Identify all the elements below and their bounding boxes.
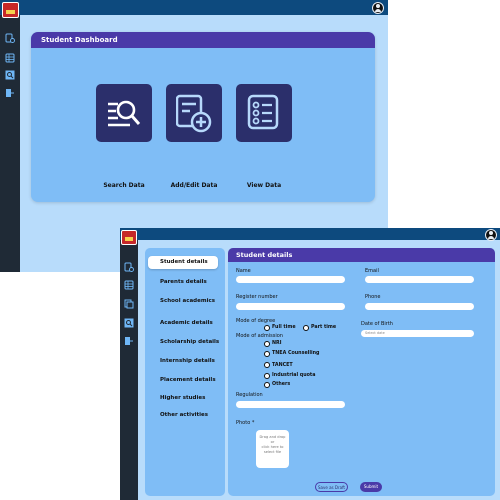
name-field[interactable]	[236, 276, 345, 283]
sidebar	[120, 230, 138, 500]
phone-label: Phone	[365, 294, 381, 300]
college-logo	[2, 2, 19, 18]
table-icon[interactable]	[124, 280, 134, 290]
nav-student-details[interactable]: Student details	[148, 256, 218, 269]
others-radio[interactable]	[264, 382, 270, 388]
search-data-icon	[108, 100, 141, 127]
form-title: Student details	[228, 248, 495, 262]
part-time-radio[interactable]	[303, 325, 309, 331]
add-edit-data-tile[interactable]	[166, 84, 222, 142]
add-edit-data-icon	[176, 94, 212, 133]
user-avatar-icon[interactable]	[372, 2, 384, 14]
user-avatar-icon[interactable]	[485, 229, 497, 241]
copy-icon[interactable]	[124, 299, 134, 309]
register-number-label: Register number	[236, 294, 278, 300]
exit-icon[interactable]	[124, 336, 134, 346]
photo-hint-line: click here to	[261, 444, 284, 449]
college-logo	[121, 230, 137, 245]
document-settings-icon[interactable]	[5, 33, 15, 43]
register-number-field[interactable]	[236, 303, 345, 310]
details-window: Student details Parents details School a…	[120, 228, 500, 500]
document-settings-icon[interactable]	[124, 262, 134, 272]
dashboard-card: Student Dashboard Search Data Add/Edit D…	[31, 32, 375, 202]
student-details-form: Student details Name Email Register numb…	[228, 248, 495, 496]
tancet-label: TANCET	[272, 363, 293, 368]
tnea-radio[interactable]	[264, 351, 270, 357]
tnea-label: TNEA Counselling	[272, 351, 320, 356]
dob-label: Date of Birth	[361, 321, 393, 327]
name-label: Name	[236, 268, 251, 274]
top-bar	[0, 0, 388, 15]
submit-button[interactable]: Submit	[360, 482, 382, 492]
nav-internship-details[interactable]: Internship details	[160, 358, 215, 364]
regulation-label: Regulation	[236, 392, 263, 398]
email-field[interactable]	[365, 276, 474, 283]
full-time-radio[interactable]	[264, 325, 270, 331]
nav-other-activities[interactable]: Other activities	[160, 412, 208, 418]
nav-scholarship-details[interactable]: Scholarship details	[160, 339, 219, 345]
search-person-icon[interactable]	[124, 318, 134, 328]
full-time-label: Full time	[272, 325, 296, 330]
search-person-icon[interactable]	[5, 70, 15, 80]
industrial-quota-label: Industrial quota	[272, 373, 316, 378]
view-data-icon	[247, 94, 279, 130]
regulation-field[interactable]	[236, 401, 345, 408]
view-data-label[interactable]: View Data	[229, 182, 299, 189]
dashboard-title: Student Dashboard	[31, 32, 375, 48]
mode-of-admission-label: Mode of admission	[236, 333, 283, 339]
photo-upload-box[interactable]: Drag and drop or click here to select fi…	[256, 430, 289, 468]
nav-parents-details[interactable]: Parents details	[160, 279, 207, 285]
view-data-tile[interactable]	[236, 84, 292, 142]
industrial-quota-radio[interactable]	[264, 373, 270, 379]
nav-academic-details[interactable]: Academic details	[160, 320, 213, 326]
section-nav: Student details Parents details School a…	[145, 248, 225, 496]
mode-of-degree-label: Mode of degree	[236, 318, 276, 324]
exit-icon[interactable]	[5, 88, 15, 98]
sidebar	[0, 2, 20, 272]
search-data-tile[interactable]	[96, 84, 152, 142]
tancet-radio[interactable]	[264, 362, 270, 368]
phone-field[interactable]	[365, 303, 474, 310]
save-draft-button[interactable]: Save as Draft	[315, 482, 348, 492]
add-edit-data-label[interactable]: Add/Edit Data	[159, 182, 229, 189]
email-label: Email	[365, 268, 379, 274]
nav-school-academics[interactable]: School academics	[160, 298, 215, 304]
photo-hint-line: select file	[263, 449, 282, 454]
nri-radio[interactable]	[264, 341, 270, 347]
others-label: Others	[272, 382, 291, 387]
nav-placement-details[interactable]: Placement details	[160, 377, 216, 383]
nav-higher-studies[interactable]: Higher studies	[160, 395, 205, 401]
part-time-label: Part time	[311, 325, 337, 330]
dob-field[interactable]: Select date	[361, 330, 474, 337]
nri-label: NRI	[272, 341, 282, 346]
table-icon[interactable]	[5, 53, 15, 63]
top-bar	[120, 228, 500, 241]
search-data-label[interactable]: Search Data	[89, 182, 159, 189]
photo-label: Photo *	[236, 420, 255, 426]
